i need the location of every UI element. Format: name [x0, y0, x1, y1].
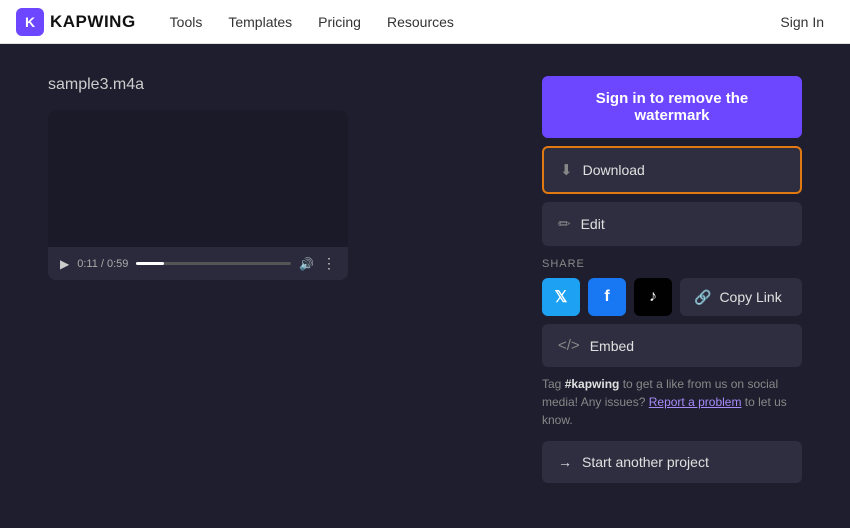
video-player: ▶ 0:11 / 0:59 🔊 ⋮	[48, 110, 348, 280]
tiktok-icon: ♪	[649, 288, 657, 306]
tag-description: Tag #kapwing to get a like from us on so…	[542, 375, 802, 429]
signin-button[interactable]: Sign In	[770, 10, 834, 34]
arrow-icon: →	[558, 454, 572, 470]
edit-icon: ✏	[558, 215, 571, 233]
navbar: K KAPWING Tools Templates Pricing Resour…	[0, 0, 850, 44]
twitter-share-button[interactable]: 𝕏	[542, 278, 580, 316]
copy-link-button[interactable]: 🔗 Copy Link	[680, 278, 802, 316]
video-display-area	[48, 110, 348, 247]
embed-icon: </>	[558, 337, 580, 354]
main-content: sample3.m4a ▶ 0:11 / 0:59 🔊 ⋮ Sign in to…	[0, 44, 850, 528]
share-label: SHARE	[542, 258, 802, 270]
remove-watermark-button[interactable]: Sign in to remove the watermark	[542, 76, 802, 138]
progress-fill	[136, 262, 164, 265]
link-icon: 🔗	[694, 289, 711, 306]
nav-templates[interactable]: Templates	[218, 10, 302, 34]
twitter-icon: 𝕏	[555, 287, 568, 307]
video-controls-bar: ▶ 0:11 / 0:59 🔊 ⋮	[48, 247, 348, 280]
more-options-icon[interactable]: ⋮	[322, 255, 336, 272]
volume-icon[interactable]: 🔊	[299, 257, 314, 271]
share-row: 𝕏 f ♪ 🔗 Copy Link	[542, 278, 802, 316]
nav-tools[interactable]: Tools	[160, 10, 213, 34]
nav-resources[interactable]: Resources	[377, 10, 464, 34]
kapwing-logo-icon: K	[16, 8, 44, 36]
nav-links: Tools Templates Pricing Resources	[160, 10, 464, 34]
new-project-button[interactable]: → Start another project	[542, 441, 802, 483]
facebook-share-button[interactable]: f	[588, 278, 626, 316]
nav-logo-text: KAPWING	[50, 12, 136, 32]
right-panel: Sign in to remove the watermark ⬇ Downlo…	[542, 76, 802, 496]
file-title: sample3.m4a	[48, 76, 502, 94]
nav-pricing[interactable]: Pricing	[308, 10, 371, 34]
nav-logo[interactable]: K KAPWING	[16, 8, 136, 36]
tiktok-share-button[interactable]: ♪	[634, 278, 672, 316]
download-icon: ⬇	[560, 161, 573, 179]
progress-bar[interactable]	[136, 262, 291, 265]
download-button[interactable]: ⬇ Download	[542, 146, 802, 194]
embed-button[interactable]: </> Embed	[542, 324, 802, 367]
edit-button[interactable]: ✏ Edit	[542, 202, 802, 246]
play-button[interactable]: ▶	[60, 257, 69, 271]
facebook-icon: f	[604, 288, 609, 306]
left-panel: sample3.m4a ▶ 0:11 / 0:59 🔊 ⋮	[48, 76, 502, 496]
report-problem-link[interactable]: Report a problem	[649, 395, 742, 409]
video-time: 0:11 / 0:59	[77, 258, 128, 270]
